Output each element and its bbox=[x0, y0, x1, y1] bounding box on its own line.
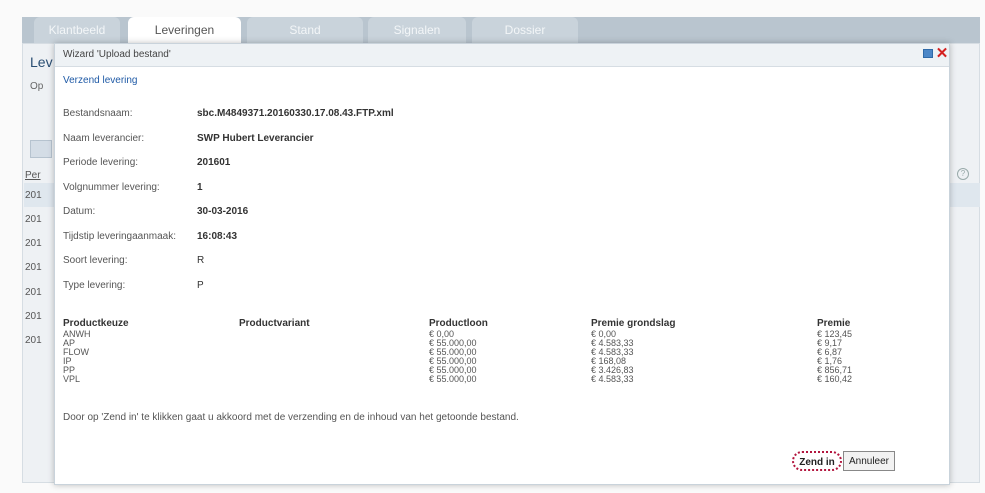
dialog-title: Wizard 'Upload bestand' bbox=[63, 49, 171, 60]
intro-text: Op bbox=[30, 81, 44, 92]
column-header-premie-grondslag: Premie grondslag bbox=[591, 318, 676, 329]
info-value: 1 bbox=[197, 181, 203, 193]
list-item[interactable]: 201 bbox=[25, 311, 42, 322]
list-item[interactable]: 201 bbox=[25, 190, 42, 201]
column-header-premie: Premie bbox=[817, 318, 851, 329]
info-row-naam-leverancier: Naam leverancier: SWP Hubert Leverancier bbox=[63, 133, 663, 158]
info-row-bestandsnaam: Bestandsnaam: sbc.M4849371.20160330.17.0… bbox=[63, 108, 663, 133]
info-label: Soort levering: bbox=[63, 255, 128, 266]
help-icon[interactable]: ? bbox=[957, 168, 969, 180]
table-cell: VPL bbox=[63, 374, 81, 384]
info-value: P bbox=[197, 279, 204, 291]
tab-leveringen[interactable]: Leveringen bbox=[128, 17, 241, 43]
tab-stand[interactable]: Stand bbox=[247, 17, 363, 43]
info-label: Datum: bbox=[63, 206, 96, 217]
list-item[interactable]: 201 bbox=[25, 214, 42, 225]
info-value: 16:08:43 bbox=[197, 230, 238, 242]
upload-wizard-dialog: Wizard 'Upload bestand' ✕ Verzend leveri… bbox=[54, 43, 950, 485]
info-row-soort-levering: Soort levering: R bbox=[63, 255, 663, 280]
info-value: 30-03-2016 bbox=[197, 206, 249, 217]
info-label: Bestandsnaam: bbox=[63, 108, 133, 119]
info-label: Tijdstip leveringaanmaak: bbox=[63, 230, 177, 242]
info-row-tijdstip: Tijdstip leveringaanmaak: 16:08:43 bbox=[63, 231, 663, 256]
info-row-periode-levering: Periode levering: 201601 bbox=[63, 157, 663, 182]
list-item[interactable]: 201 bbox=[25, 335, 42, 346]
list-item[interactable]: 201 bbox=[25, 287, 42, 298]
list-item[interactable]: 201 bbox=[25, 238, 42, 249]
dialog-header: Wizard 'Upload bestand' ✕ bbox=[55, 44, 949, 67]
info-label: Volgnummer levering: bbox=[63, 181, 160, 193]
send-button[interactable]: Zend in bbox=[792, 451, 842, 471]
delivery-info: Bestandsnaam: sbc.M4849371.20160330.17.0… bbox=[63, 108, 663, 304]
info-row-volgnummer: Volgnummer levering: 1 bbox=[63, 182, 663, 207]
info-label: Periode levering: bbox=[63, 157, 139, 168]
column-header-periode[interactable]: Per bbox=[25, 170, 41, 181]
list-item[interactable]: 201 bbox=[25, 262, 42, 273]
info-label: Type levering: bbox=[63, 279, 126, 291]
dialog-subtitle: Verzend levering bbox=[63, 75, 138, 86]
table-cell: € 4.583,33 bbox=[591, 374, 634, 384]
info-value: SWP Hubert Leverancier bbox=[197, 132, 314, 144]
info-row-type-levering: Type levering: P bbox=[63, 280, 663, 305]
table-cell: € 160,42 bbox=[817, 374, 853, 384]
tab-signalen[interactable]: Signalen bbox=[368, 17, 466, 43]
column-header-productloon: Productloon bbox=[429, 318, 488, 329]
info-row-datum: Datum: 30-03-2016 bbox=[63, 206, 663, 231]
column-header-productkeuze: Productkeuze bbox=[63, 318, 129, 329]
tab-klantbeeld[interactable]: Klantbeeld bbox=[34, 17, 120, 43]
page-title: Lev bbox=[30, 54, 53, 70]
background-button[interactable] bbox=[30, 140, 52, 158]
table-cell: € 55.000,00 bbox=[429, 374, 477, 384]
info-label: Naam leverancier: bbox=[63, 132, 145, 144]
restore-window-icon[interactable] bbox=[923, 49, 933, 58]
tab-dossier[interactable]: Dossier bbox=[472, 17, 578, 43]
cancel-button[interactable]: Annuleer bbox=[843, 451, 895, 471]
info-value: sbc.M4849371.20160330.17.08.43.FTP.xml bbox=[197, 108, 394, 119]
info-value: 201601 bbox=[197, 157, 231, 168]
info-value: R bbox=[197, 255, 205, 266]
column-header-productvariant: Productvariant bbox=[239, 318, 310, 329]
close-icon[interactable]: ✕ bbox=[935, 46, 949, 62]
consent-note: Door op 'Zend in' te klikken gaat u akko… bbox=[63, 412, 519, 423]
